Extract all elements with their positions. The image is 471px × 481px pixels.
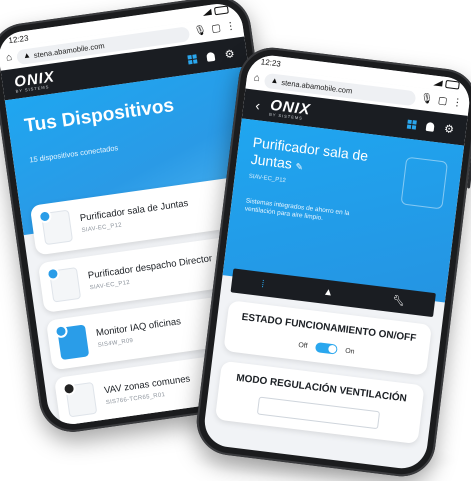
status-time: 12:23: [260, 56, 282, 69]
more-icon[interactable]: ⋮: [452, 97, 463, 109]
home-icon[interactable]: ⌂: [5, 52, 13, 64]
notification-icon[interactable]: [206, 51, 216, 62]
stats-icon[interactable]: ⁞: [261, 279, 265, 290]
mode-select[interactable]: [256, 396, 381, 430]
alert-icon[interactable]: ▲: [323, 286, 334, 298]
phone-right: 12:23 ⌂ ▲ stena.abamobile.com 🎙︎ ▢ ⋮ ‹ O…: [192, 43, 471, 481]
notification-icon[interactable]: [425, 121, 435, 132]
status-icons: [433, 78, 460, 90]
wifi-badge-icon: [45, 266, 61, 282]
mic-icon[interactable]: 🎙︎: [420, 93, 434, 105]
tabs-icon[interactable]: ▢: [211, 23, 222, 35]
back-icon[interactable]: ‹: [255, 97, 262, 113]
home-icon[interactable]: ⌂: [253, 73, 260, 85]
warning-icon: ▲: [270, 75, 280, 86]
card-title: MODO REGULACIÓN VENTILACIÓN: [235, 372, 408, 405]
signal-icon: [202, 8, 212, 16]
status-icons: [202, 5, 229, 17]
status-time: 12:23: [7, 33, 29, 45]
grid-icon[interactable]: [406, 119, 418, 130]
url-text: stena.abamobile.com: [280, 77, 353, 96]
device-title: Purificador sala de Juntas: [249, 133, 370, 172]
mic-icon[interactable]: 🎙︎: [193, 25, 207, 38]
purifier-illustration-icon: [400, 156, 449, 210]
monitor-icon: [53, 323, 90, 361]
pencil-icon[interactable]: ✎: [295, 161, 304, 172]
purifier-icon: [37, 209, 74, 246]
wifi-badge-icon: [37, 209, 53, 224]
onix-logo[interactable]: ONIX BY SISTEMS: [13, 68, 56, 93]
ventilation-mode-card: MODO REGULACIÓN VENTILACIÓN: [214, 360, 425, 445]
battery-icon: [213, 5, 229, 16]
header-actions: ⚙: [406, 117, 455, 136]
gear-icon[interactable]: ⚙: [443, 122, 454, 136]
purifier-icon: [45, 266, 82, 303]
wifi-badge-icon: [53, 323, 69, 339]
gear-icon[interactable]: ⚙: [224, 47, 235, 61]
signal-icon: [433, 79, 443, 87]
screen-right: 12:23 ⌂ ▲ stena.abamobile.com 🎙︎ ▢ ⋮ ‹ O…: [201, 52, 471, 472]
grid-icon[interactable]: [187, 53, 198, 64]
onix-logo[interactable]: ONIX BY SISTEMS: [269, 96, 312, 121]
header-actions: ⚙: [187, 47, 235, 66]
wifi-badge-icon: [61, 381, 77, 397]
off-label: Off: [297, 341, 308, 350]
warning-icon: ▲: [22, 50, 32, 61]
on-label: On: [344, 347, 355, 356]
more-icon[interactable]: ⋮: [225, 21, 236, 33]
power-toggle[interactable]: [314, 342, 338, 355]
power-button: [466, 152, 471, 189]
vav-icon: [61, 381, 98, 418]
device-description: Sistemas integrados de ahorro en la vent…: [244, 197, 350, 222]
tabs-icon[interactable]: ▢: [437, 95, 448, 107]
wrench-icon[interactable]: 🔧︎: [392, 295, 406, 307]
battery-icon: [445, 79, 460, 90]
